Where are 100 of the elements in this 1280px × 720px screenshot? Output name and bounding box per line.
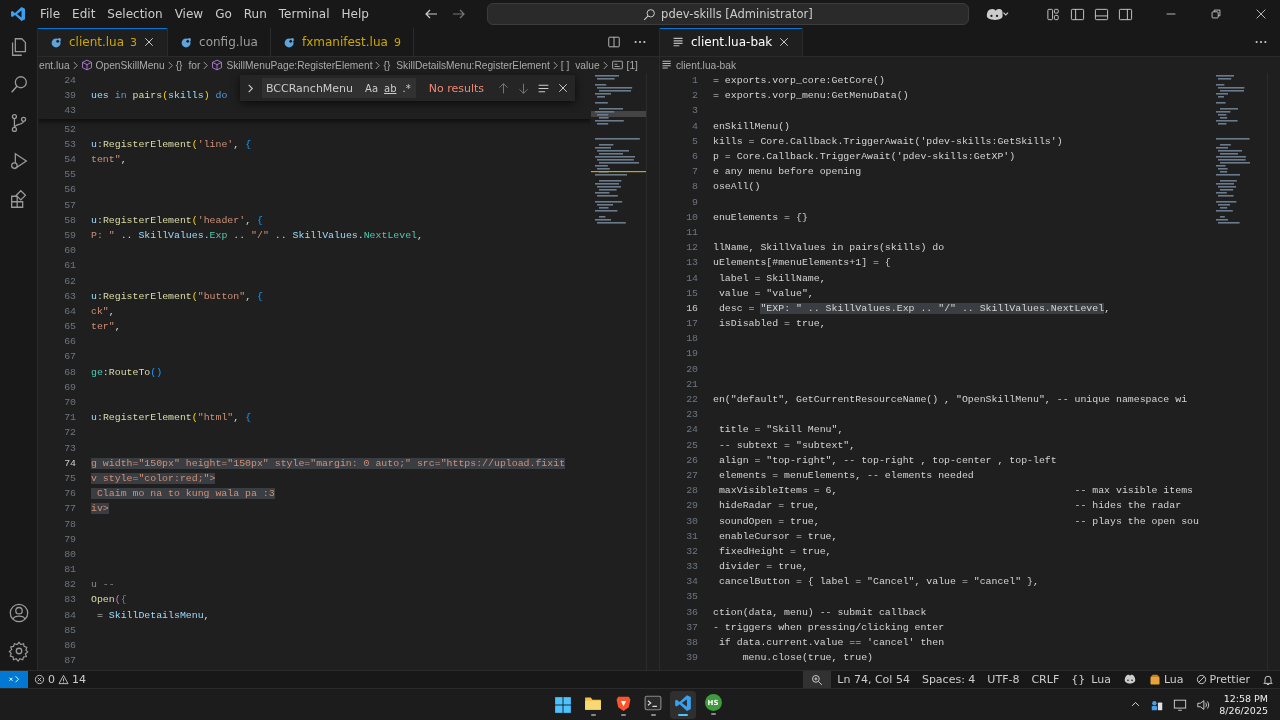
line-number: 79 [63, 533, 77, 545]
chevron-icon [202, 60, 210, 70]
secondary-sidebar-icon[interactable] [1118, 6, 1133, 22]
chevron-icon [551, 60, 559, 70]
code-line: fixedHeight = true, [717, 545, 832, 557]
close-icon[interactable] [778, 36, 791, 48]
code-line: hideRadar = true, -- hides the radar [717, 500, 1182, 512]
line-number: 24 [685, 424, 699, 436]
find-option-toggle[interactable]: Aa [364, 82, 379, 94]
problem-count: 9 [393, 35, 401, 49]
status-item[interactable]: Spaces: 4 [915, 673, 982, 686]
line-number: 87 [63, 655, 77, 667]
field-icon [610, 59, 624, 71]
status-item[interactable]: Ln 74, Col 54 [831, 673, 916, 686]
close-icon[interactable] [557, 82, 569, 94]
code-line: divider = true, [717, 561, 808, 573]
sidebar-toggle-icon[interactable] [1070, 6, 1085, 22]
code-line: tent", [91, 154, 127, 166]
line-number: 57 [63, 199, 77, 211]
breadcrumb-item[interactable]: ent.lua [39, 59, 70, 71]
menu-item[interactable]: Go [209, 7, 238, 21]
code-line: menu.close(true, true) [741, 652, 873, 664]
line-number: 32 [685, 545, 699, 557]
arrow-down-icon[interactable] [517, 81, 530, 95]
code-line: = exports.vorp_menu:GetMenuData() [713, 90, 909, 102]
package-icon [1148, 673, 1161, 686]
breadcrumb-item[interactable]: SkillMenuPage:RegisterElement [211, 59, 373, 71]
chevron-icon [601, 60, 609, 70]
cube-icon [80, 59, 93, 71]
settings-icon[interactable] [7, 640, 30, 662]
close-icon[interactable] [143, 36, 156, 48]
arrow-up-icon[interactable] [497, 81, 510, 95]
code-line: enuElements = {} [713, 211, 808, 223]
zoom-button[interactable] [803, 671, 832, 688]
taskbar-app[interactable] [670, 690, 696, 719]
line-number: 16 [685, 302, 699, 314]
error-icon [34, 674, 45, 685]
code-line: cancelButton = { label = "Cancel", value = "cancel" }, [717, 576, 1039, 588]
code-line: = SkillDetailsMenu, [95, 609, 210, 621]
editor-tab[interactable]: client.lua 3 [38, 28, 169, 56]
line-number: 78 [63, 518, 77, 530]
prettier-status[interactable]: Prettier [1189, 673, 1256, 686]
tab-label: config.lua [199, 35, 258, 49]
problem-count: 3 [130, 35, 138, 49]
status-item[interactable]: UTF-8 [981, 673, 1026, 686]
code-line: enableCursor = true, [717, 530, 838, 542]
find-option-toggle[interactable]: .* [401, 82, 412, 94]
breadcrumb-item[interactable]: {} for [175, 59, 201, 71]
lua-status[interactable]: Lua [1142, 673, 1190, 686]
chevron-right-icon[interactable] [246, 83, 255, 93]
find-result-message: No results [428, 81, 484, 95]
code-line: isDisabled = true, [717, 318, 826, 330]
line-number: 39 [63, 90, 77, 102]
line-number: 76 [63, 488, 77, 500]
menu-item[interactable]: Help [335, 7, 375, 21]
command-center[interactable]: pdev-skills [Administrator] [486, 3, 969, 25]
clock-date[interactable]: 8/26/2025 [1219, 704, 1268, 717]
moon-file-icon [282, 35, 296, 49]
close-icon[interactable] [1254, 7, 1268, 21]
menu-item[interactable]: View [168, 7, 210, 21]
command-center-text: pdev-skills [Administrator] [661, 7, 813, 21]
menu-item[interactable]: File [34, 7, 67, 21]
line-number: 69 [63, 381, 77, 393]
code-line: value = "value", [717, 287, 814, 299]
speaker-icon[interactable] [1196, 697, 1211, 712]
breadcrumb-item[interactable]: OpenSkillMenu [80, 59, 165, 71]
cube-icon [211, 59, 224, 71]
status-item[interactable]: CRLF [1025, 673, 1066, 686]
menu-item[interactable]: Run [237, 7, 273, 21]
code-line: elements = menuElements, -- elements needed [717, 469, 974, 481]
code-line: en("default", GetCurrentResourceName() , "OpenSkillMenu", -- unique namespace wi [713, 394, 1188, 406]
breadcrumb-item[interactable]: [1] [610, 59, 638, 71]
menu-item[interactable]: Selection [101, 7, 169, 21]
split-editor-icon[interactable] [607, 35, 621, 49]
code-line: soundOpen = true, -- plays the open sou [717, 515, 1199, 527]
line-number: 20 [685, 363, 699, 375]
menu-item[interactable]: Terminal [272, 7, 336, 21]
layout-icon[interactable] [1046, 6, 1061, 22]
line-number: 25 [685, 439, 699, 451]
account-icon[interactable] [7, 602, 30, 624]
moon-file-icon [180, 35, 194, 49]
problems-status[interactable]: 0 14 [28, 673, 92, 686]
language-mode[interactable]: {} Lua [1065, 673, 1117, 686]
line-number: 63 [63, 290, 77, 302]
find-option-toggle[interactable]: ab [383, 82, 398, 94]
code-line: p = Core.Callback.TriggerAwait('pdev-skills:GetXP') [713, 151, 1016, 163]
line-number: 28 [685, 485, 699, 497]
breadcrumb-item[interactable]: {} SkillDetailsMenu:RegisterElement [383, 59, 550, 71]
panel-toggle-icon[interactable] [1094, 6, 1109, 22]
breadcrumb-item[interactable]: client.lua-bak [661, 59, 737, 71]
menu-item[interactable]: Edit [66, 7, 102, 21]
code-line: label = SkillName, [717, 272, 826, 284]
clock-time[interactable]: 12:58 PM [1223, 692, 1268, 705]
line-number: 29 [685, 500, 699, 512]
restore-icon[interactable] [1209, 7, 1223, 21]
monitor-icon[interactable] [1173, 697, 1188, 712]
code-line: if data.current.value == 'cancel' then [717, 637, 945, 649]
breadcrumb-item[interactable]: [ ] value [560, 59, 600, 71]
editor-tab[interactable]: client.lua-bak [660, 28, 804, 56]
find-input[interactable]: BCCRanchMenu Aa ab .* [262, 78, 416, 98]
